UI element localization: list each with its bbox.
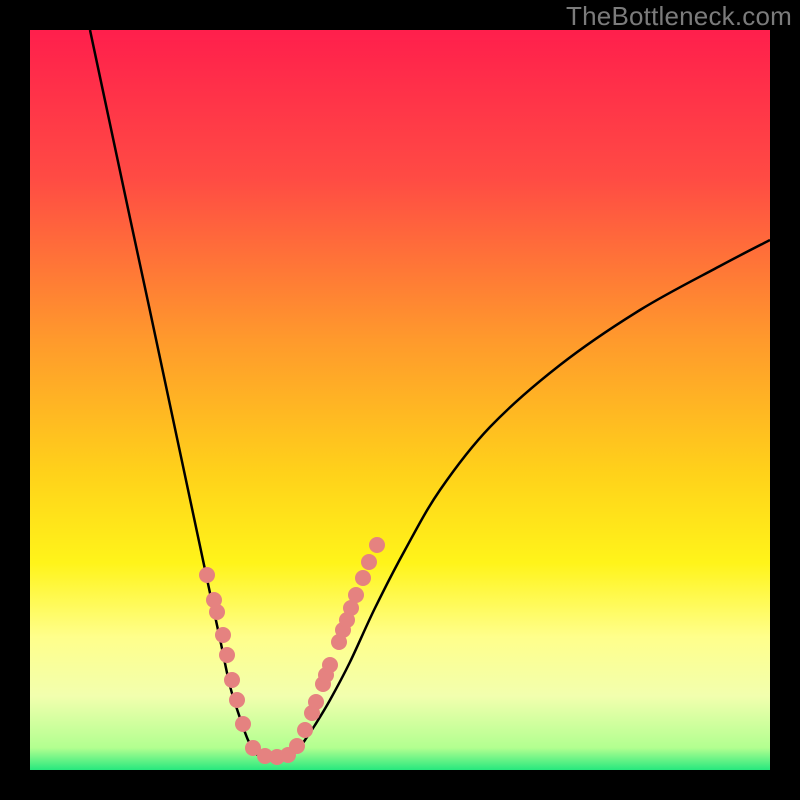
chart-frame [30, 30, 770, 770]
data-dot [297, 722, 313, 738]
data-dot [235, 716, 251, 732]
data-dot [355, 570, 371, 586]
data-dot [229, 692, 245, 708]
data-dot [215, 627, 231, 643]
data-dot [361, 554, 377, 570]
chart-overlay [30, 30, 770, 770]
data-dot [348, 587, 364, 603]
data-dot [322, 657, 338, 673]
data-dot [209, 604, 225, 620]
watermark-text: TheBottleneck.com [566, 1, 792, 32]
data-dot [308, 694, 324, 710]
data-dot [224, 672, 240, 688]
curve-group [90, 30, 770, 757]
curve-right-branch [290, 240, 770, 757]
curve-left-branch [90, 30, 260, 757]
data-dot [369, 537, 385, 553]
data-dot [289, 738, 305, 754]
data-dot [199, 567, 215, 583]
dot-group [199, 537, 385, 765]
data-dot [219, 647, 235, 663]
